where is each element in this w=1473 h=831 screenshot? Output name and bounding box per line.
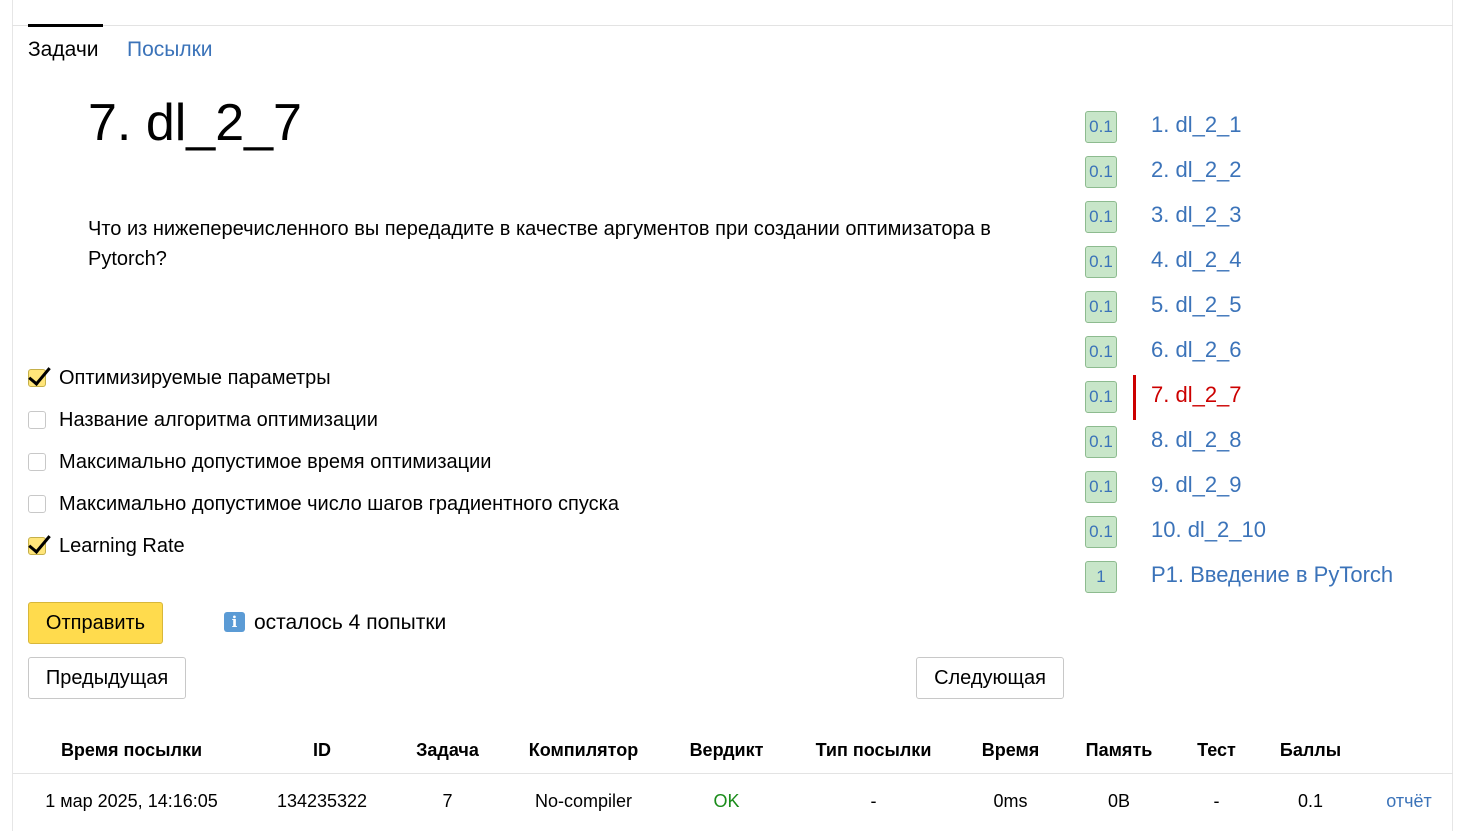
attempts-left-text: осталось 4 попытки [254,611,447,634]
score-badge: 0.1 [1085,381,1117,413]
submission-type-cell: - [870,790,877,811]
problem-link[interactable]: 4. dl_2_4 [1151,247,1242,273]
checkbox[interactable] [28,369,46,387]
answer-option[interactable]: Максимально допустимое число шагов гради… [28,492,619,516]
question-text: Что из нижеперечисленного вы передадите … [88,218,991,270]
problem-link[interactable]: 6. dl_2_6 [1151,337,1242,363]
score-badge: 0.1 [1085,111,1117,143]
score-badge: 0.1 [1085,201,1117,233]
table-header-row: Время посылки ID Задача Компилятор Верди… [13,727,1453,774]
problem-link[interactable]: 10. dl_2_10 [1151,517,1266,543]
score-badge: 0.1 [1085,291,1117,323]
tab-divider [12,25,1453,26]
problem-link[interactable]: 3. dl_2_3 [1151,202,1242,228]
score-badge: 0.1 [1085,426,1117,458]
report-cell: отчёт [1365,774,1453,829]
run-time-cell: 0ms [993,790,1028,811]
tab-tasks[interactable]: Задачи [28,38,99,62]
score-badge: 0.1 [1085,516,1117,548]
report-link[interactable]: отчёт [1386,791,1432,811]
column-header: Память [1061,727,1177,774]
checkbox[interactable] [28,411,46,429]
score-cell: 0.1 [1297,790,1324,811]
score-badge: 0.1 [1085,156,1117,188]
column-header [1365,727,1453,774]
problem-link[interactable]: 9. dl_2_9 [1151,472,1242,498]
answer-option-label: Оптимизируемые параметры [59,366,331,389]
submission-time-cell: 1 мар 2025, 14:16:05 [45,790,218,811]
problem-title: 7. dl_2_7 [88,94,302,152]
checkbox[interactable] [28,495,46,513]
column-header: ID [250,727,394,774]
score-badge: 0.1 [1085,336,1117,368]
tab-submissions[interactable]: Посылки [127,38,213,62]
submit-button[interactable]: Отправить [28,602,163,644]
column-header: Вердикт [666,727,787,774]
problem-link[interactable]: P1. Введение в PyTorch [1151,562,1393,588]
submission-id-cell: 134235322 [276,790,368,811]
memory-cell: 0B [1107,790,1131,811]
submissions-table: Время посылки ID Задача Компилятор Верди… [13,727,1453,828]
next-problem-button[interactable]: Следующая [916,657,1064,699]
problem-link[interactable]: 2. dl_2_2 [1151,157,1242,183]
submission-task-cell: 7 [442,790,453,811]
problem-link[interactable]: 5. dl_2_5 [1151,292,1242,318]
column-header: Баллы [1256,727,1365,774]
score-badge: 0.1 [1085,471,1117,503]
active-tab-indicator [28,24,103,27]
answer-option[interactable]: Оптимизируемые параметры [28,366,331,390]
answer-option[interactable]: Learning Rate [28,534,185,558]
info-icon: i [224,612,245,632]
column-header: Время [960,727,1061,774]
column-header: Тип посылки [787,727,960,774]
active-problem-marker [1133,375,1136,420]
checkbox[interactable] [28,537,46,555]
column-header: Время посылки [13,727,250,774]
problem-link[interactable]: 8. dl_2_8 [1151,427,1242,453]
submission-compiler-cell: No-compiler [534,790,633,811]
answer-option-label: Максимально допустимое время оптимизации [59,450,492,473]
answer-option-label: Максимально допустимое число шагов гради… [59,492,619,515]
checkbox[interactable] [28,453,46,471]
previous-problem-button[interactable]: Предыдущая [28,657,186,699]
verdict-cell: OK [713,790,740,811]
answer-option[interactable]: Максимально допустимое время оптимизации [28,450,491,474]
answer-option-label: Название алгоритма оптимизации [59,408,378,431]
score-badge: 1 [1085,561,1117,593]
problem-link[interactable]: 1. dl_2_1 [1151,112,1242,138]
problem-link[interactable]: 7. dl_2_7 [1151,382,1242,408]
table-row: 1 мар 2025, 14:16:05 134235322 7 No-comp… [13,774,1453,829]
answer-option-label: Learning Rate [59,534,185,557]
score-badge: 0.1 [1085,246,1117,278]
column-header: Компилятор [501,727,666,774]
answer-option[interactable]: Название алгоритма оптимизации [28,408,378,432]
test-cell: - [1213,790,1220,811]
column-header: Тест [1177,727,1256,774]
column-header: Задача [394,727,501,774]
